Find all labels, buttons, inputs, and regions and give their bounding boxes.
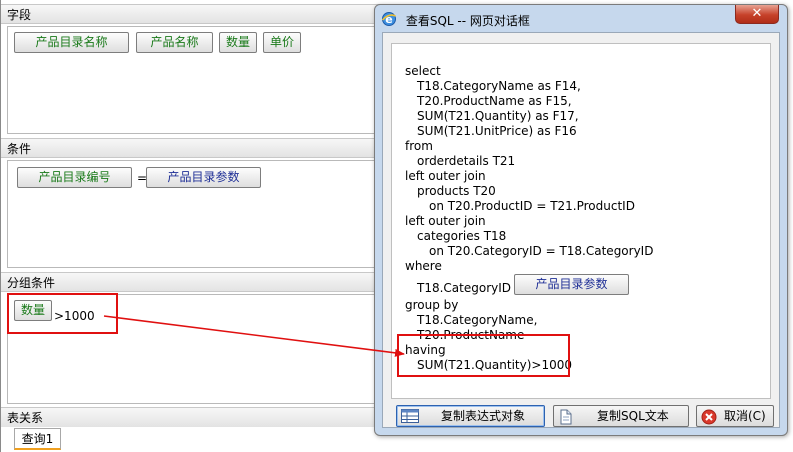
annotation-arrow-line — [103, 315, 405, 357]
annotation-arrow — [103, 315, 405, 357]
